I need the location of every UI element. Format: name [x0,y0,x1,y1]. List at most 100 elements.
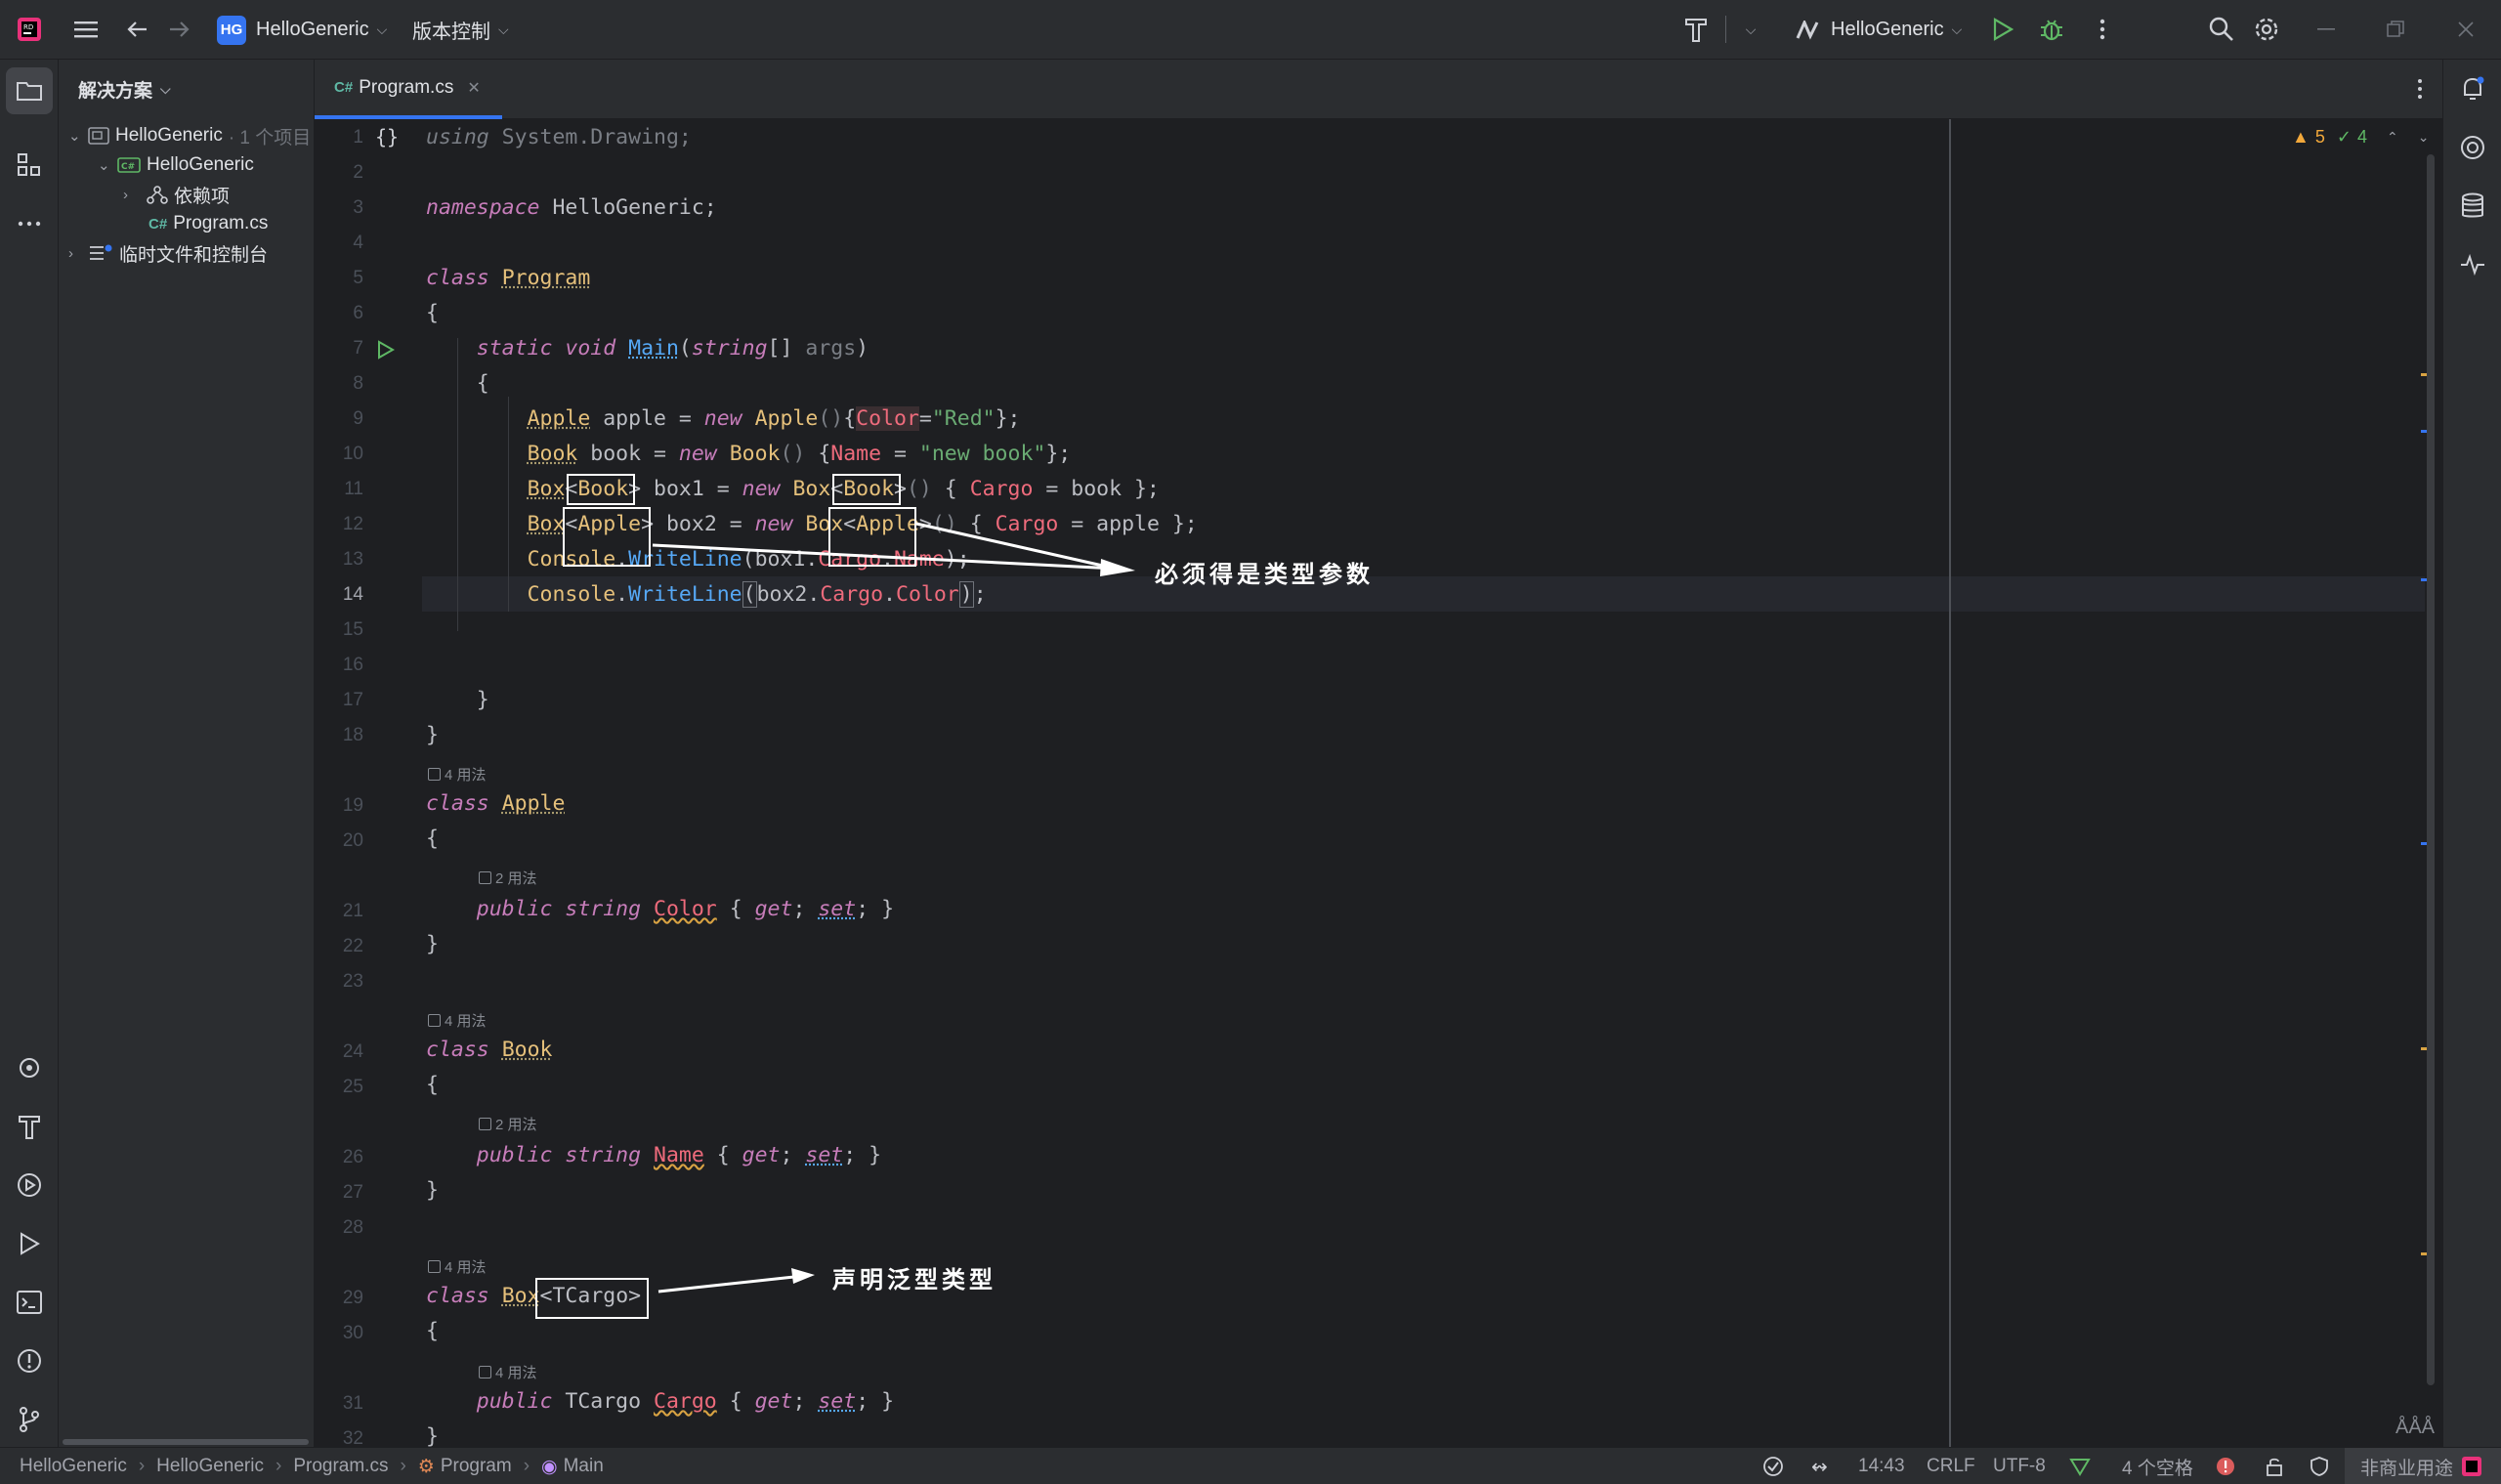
structure-icon[interactable] [14,149,45,181]
forward-arrow-icon[interactable] [164,14,195,45]
check-icon: ✓ [2337,127,2352,148]
license-widget[interactable]: 非商业用途 [2345,1448,2501,1484]
tree-item-dependencies[interactable]: › 依赖项 [123,180,230,209]
breadcrumb-item[interactable]: Main [564,1456,604,1477]
line-ending[interactable]: CRLF [1927,1448,1975,1484]
chevron-right-icon: › [524,1456,530,1477]
tree-item-label: 临时文件和控制台 [119,240,268,267]
chevron-down-icon: ⌄ [68,127,86,145]
more-horizontal-icon[interactable] [14,208,45,239]
chevron-down-icon: ⌄ [98,156,115,174]
run-icon[interactable] [1987,14,2018,45]
settings-gear-icon[interactable] [2251,14,2282,45]
solution-panel: 解决方案 ⌵ ⌄ HelloGeneric · 1 个项目 ⌄ C# Hello… [59,60,315,1447]
terminal-icon[interactable] [14,1287,45,1318]
right-tool-stripe [2442,60,2501,1447]
more-vertical-icon[interactable] [2087,14,2118,45]
chevron-down-icon: ⌵ [377,21,388,38]
debug-bug-icon[interactable] [2036,14,2067,45]
editor-tabs: C# Program.cs ✕ [315,60,2442,119]
tree-item-label: Program.cs [173,213,268,234]
read-only-lock-icon[interactable] [2265,1448,2284,1484]
chevron-right-icon: › [68,245,86,262]
build-hammer-icon[interactable] [1680,14,1712,45]
chevron-down-icon: ⌵ [498,21,509,38]
tab-program-cs[interactable]: C# Program.cs ✕ [315,60,502,119]
tree-item-solution[interactable]: ⌄ HelloGeneric · 1 个项目 [68,121,311,150]
run-services-icon[interactable] [14,1169,45,1201]
breadcrumb-item[interactable]: Program [441,1456,512,1477]
ai-assistant-icon[interactable] [2457,132,2488,163]
back-arrow-icon[interactable] [121,14,152,45]
csharp-file-icon: C# [148,216,167,233]
run-config-label: HelloGeneric [1831,19,1944,41]
method-icon: ◉ [541,1456,558,1478]
tree-item-project[interactable]: ⌄ C# HelloGeneric [98,150,254,180]
rider-logo-icon [2461,1456,2482,1477]
project-selector[interactable]: HG HelloGeneric ⌵ [217,0,387,60]
run-icon[interactable] [14,1228,45,1259]
close-window-icon[interactable] [2450,14,2481,45]
run-config-selector[interactable]: HelloGeneric ⌵ [1796,0,1962,60]
tree-item-scratches[interactable]: › 临时文件和控制台 [68,238,268,268]
shield-icon[interactable] [2310,1448,2329,1484]
tree-item-label: 依赖项 [174,182,230,208]
performance-pulse-icon[interactable] [2457,249,2488,280]
tree-item-label: HelloGeneric [115,125,223,147]
vertical-scrollbar[interactable] [2427,154,2435,1385]
status-bar: HelloGeneric › HelloGeneric › Program.cs… [0,1447,2501,1484]
chevron-right-icon: › [276,1456,281,1477]
build-dropdown-chevron-icon[interactable]: ⌵ [1735,14,1766,45]
csharp-project-icon: C# [117,155,141,175]
build-hammer-icon[interactable] [14,1111,45,1142]
chevron-down-icon: ⌵ [160,81,171,98]
breadcrumb-item[interactable]: HelloGeneric [156,1456,264,1477]
problems-icon[interactable] [14,1345,45,1377]
dependencies-icon [147,185,168,204]
vcs-menu[interactable]: 版本控制 ⌵ [412,0,509,60]
tree-item-program-cs[interactable]: C# Program.cs [148,209,268,238]
warning-icon: ▲ [2292,127,2310,148]
project-badge: HG [217,16,246,45]
notifications-bell-icon[interactable] [2457,73,2488,105]
git-branch-icon[interactable] [14,1404,45,1435]
more-vertical-icon[interactable] [2417,77,2423,106]
error-indicator-icon[interactable] [2216,1448,2235,1484]
vcs-status-icon[interactable] [2069,1448,2091,1484]
chevron-up-icon[interactable]: ⌃ [2387,129,2398,146]
breadcrumb-item[interactable]: HelloGeneric [20,1456,127,1477]
inspection-ok-icon[interactable] [1762,1448,1784,1484]
file-encoding[interactable]: UTF-8 [1993,1448,2046,1484]
title-bar: RD HG HelloGeneric ⌵ 版本控制 ⌵ ⌵ HelloGener… [0,0,2501,60]
search-icon[interactable] [2206,14,2237,45]
restore-icon[interactable] [2380,14,2411,45]
inspection-widget[interactable]: ▲ 5 ✓ 4 ⌃ ⌄ [2292,127,2429,148]
warning-count: 5 [2315,127,2325,148]
csharp-file-icon: C# [334,79,353,96]
ok-count: 4 [2357,127,2367,148]
chevron-right-icon: › [139,1456,145,1477]
scratches-icon [88,243,113,263]
annotation-label-type-arg: 必须得是类型参数 [1155,555,1374,589]
services-icon[interactable] [14,1052,45,1083]
folder-icon[interactable] [14,75,45,106]
caret-position[interactable]: 14:43 [1858,1448,1905,1484]
tab-label: Program.cs [359,77,453,99]
minimize-icon[interactable] [2311,14,2343,45]
horizontal-scrollbar[interactable] [59,1437,315,1447]
solution-panel-header[interactable]: 解决方案 ⌵ [59,60,314,119]
indent-setting[interactable]: 4 个空格 [2122,1448,2193,1484]
chevron-down-icon[interactable]: ⌄ [2418,129,2430,146]
breadcrumb-item[interactable]: Program.cs [293,1456,388,1477]
main-menu-icon[interactable] [70,14,102,45]
database-icon[interactable] [2457,191,2488,222]
close-tab-icon[interactable]: ✕ [467,78,480,98]
vcs-menu-label: 版本控制 [412,16,490,44]
rider-logo-icon[interactable]: RD [14,14,45,45]
power-save-icon[interactable]: ↭ [1811,1448,1828,1484]
left-tool-stripe [0,60,59,1447]
chevron-down-icon: ⌵ [1952,21,1963,38]
svg-text:C#: C# [121,162,135,172]
reader-mode-icon[interactable]: ÅÅÅ [2395,1417,2435,1439]
code-editor[interactable]: 1 2 3 4 5 6 7 8 9 10 11 12 13 14 15 16 1… [315,119,2442,1447]
